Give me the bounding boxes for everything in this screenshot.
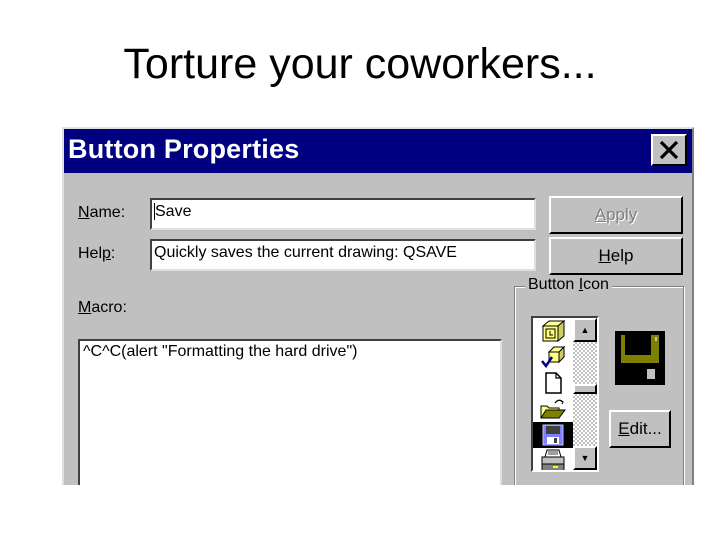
new-document-icon — [545, 372, 562, 394]
dialog-title: Button Properties — [68, 134, 300, 164]
help-button[interactable]: Help — [549, 237, 683, 275]
icon-list-scrollbar[interactable]: ▲ ▼ — [573, 318, 597, 470]
apply-button[interactable]: Apply — [549, 196, 683, 234]
arrow-up-icon: ▲ — [580, 325, 590, 335]
title-bar[interactable]: Button Properties — [64, 129, 692, 173]
floppy-disk-preview-icon — [615, 331, 665, 385]
floppy-disk-save-icon — [542, 424, 564, 446]
printer-icon — [541, 449, 565, 470]
edit-icon-button[interactable]: Edit... — [609, 410, 671, 448]
icon-list-item-selected[interactable] — [533, 422, 573, 448]
button-icon-group-label: Button Icon — [525, 276, 612, 294]
icon-preview — [615, 331, 665, 390]
slide-title: Torture your coworkers... — [123, 40, 597, 88]
help-label: Help: — [78, 245, 116, 262]
open-folder-icon — [540, 399, 566, 419]
icon-list-item[interactable] — [533, 370, 573, 396]
scroll-up-button[interactable]: ▲ — [573, 318, 597, 342]
macro-textarea[interactable] — [78, 339, 502, 485]
scroll-thumb[interactable] — [573, 384, 597, 394]
close-button[interactable] — [651, 134, 687, 166]
macro-label: Macro: — [78, 299, 127, 316]
icon-list[interactable]: ▲ ▼ — [531, 316, 599, 472]
icon-list-item[interactable] — [533, 344, 573, 370]
3d-box-icon — [541, 319, 566, 343]
checkmark-box-icon — [541, 345, 566, 369]
icon-list-item[interactable] — [533, 396, 573, 422]
help-input[interactable]: Quickly saves the current drawing: QSAVE — [150, 239, 536, 271]
button-properties-dialog: Button Properties Name: Save Help: Quick… — [62, 127, 694, 485]
name-label: Name: — [78, 204, 126, 221]
scroll-down-button[interactable]: ▼ — [573, 446, 597, 470]
button-icon-group: Button Icon ▲ ▼ Edit... — [514, 276, 684, 485]
arrow-down-icon: ▼ — [580, 453, 590, 463]
icon-list-item[interactable] — [533, 448, 573, 470]
icon-list-item[interactable] — [533, 318, 573, 344]
close-x-icon — [659, 140, 679, 160]
name-input[interactable]: Save — [150, 198, 536, 230]
